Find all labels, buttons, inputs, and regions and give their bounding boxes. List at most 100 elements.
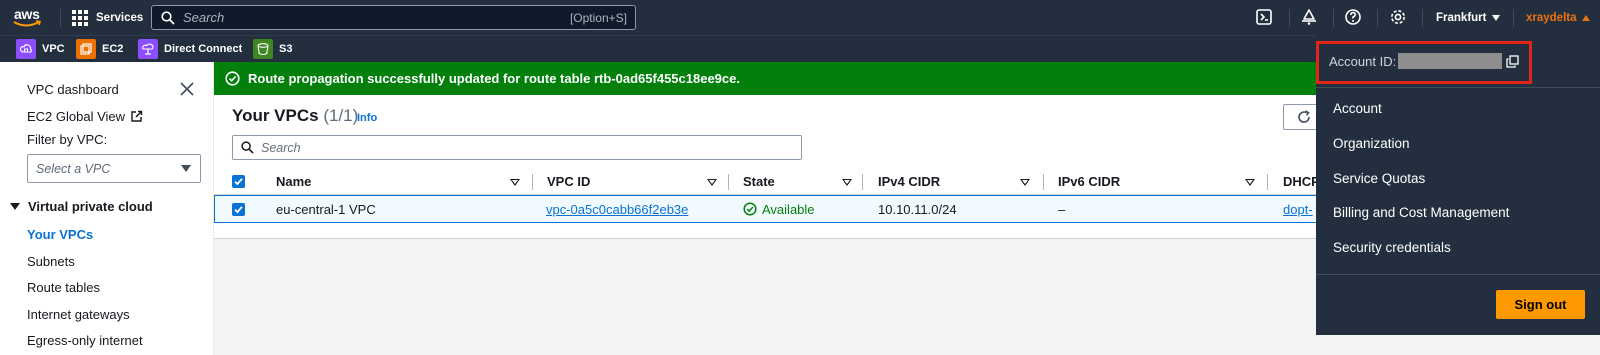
account-dropdown-menu: Account ID: Account Organization Service… [1316,35,1600,335]
global-search-input[interactable]: Search [Option+S] [151,5,636,30]
sidenav-vpc-dashboard[interactable]: VPC dashboard [27,82,119,97]
column-resizer[interactable] [862,174,863,190]
vpc-search-input[interactable]: Search [232,135,802,160]
grid-icon [72,9,88,26]
column-header-name[interactable]: Name [276,168,311,194]
menu-item-security-credentials[interactable]: Security credentials [1333,240,1451,255]
section-label: Virtual private cloud [28,199,153,214]
region-selector[interactable]: Frankfurt [1436,0,1501,35]
info-link[interactable]: Info [357,112,377,124]
sort-icon[interactable] [1245,179,1255,186]
account-menu-button[interactable]: xraydelta [1526,0,1590,35]
vpc-filter-select[interactable]: Select a VPC [27,154,201,183]
account-id-label: Account ID: [1329,53,1397,69]
settings-gear-icon[interactable] [1389,8,1407,26]
aws-logo[interactable]: aws [12,5,48,31]
column-header-dhcp[interactable]: DHCP [1283,168,1320,194]
menu-item-billing[interactable]: Billing and Cost Management [1333,205,1509,220]
caret-down-icon [1492,14,1501,21]
divider [1316,87,1600,88]
search-placeholder: Search [183,10,225,25]
column-resizer[interactable] [1267,174,1268,190]
ec2-service-icon [76,39,96,59]
region-label: Frankfurt [1436,11,1487,24]
redacted-account-id [1398,53,1503,69]
caret-up-icon [1581,14,1590,21]
divider [1289,9,1290,27]
favorite-s3[interactable]: S3 [253,39,292,59]
cell-vpc-id-link[interactable]: vpc-0a5c0cabb66f2eb3e [546,196,688,222]
account-username: xraydelta [1526,11,1577,24]
favorite-label: Direct Connect [164,43,243,55]
caret-down-icon [181,165,191,172]
sidenav-item-egress-only-internet[interactable]: Egress-only internet [27,333,143,348]
checkbox-checked[interactable] [232,202,245,216]
favorite-label: VPC [42,43,65,55]
search-shortcut-hint: [Option+S] [569,10,627,25]
column-resizer[interactable] [532,174,533,190]
divider [1377,9,1378,27]
panel-title-text: Your VPCs [232,106,319,125]
cloudshell-icon[interactable] [1255,8,1273,26]
services-label: Services [96,11,144,24]
sort-icon[interactable] [510,179,520,186]
flash-message: Route propagation successfully updated f… [248,71,740,86]
copy-icon[interactable] [1506,54,1519,68]
top-navigation: aws Services Search [Option+S] Frankfurt… [0,0,1600,35]
row-checkbox[interactable] [232,196,245,222]
sidenav-item-label: EC2 Global View [27,109,126,124]
s3-service-icon [253,39,273,59]
cell-ipv4-cidr: 10.10.11.0/24 [878,201,957,217]
account-id-row: Account ID: [1329,53,1519,69]
column-header-ipv4-cidr[interactable]: IPv4 CIDR [878,168,940,194]
divider [1316,274,1600,275]
menu-item-organization[interactable]: Organization [1333,136,1410,151]
favorite-ec2[interactable]: EC2 [76,39,123,59]
column-resizer[interactable] [728,174,729,190]
column-header-ipv6-cidr[interactable]: IPv6 CIDR [1058,168,1120,194]
sort-icon[interactable] [707,179,717,186]
column-header-state[interactable]: State [743,168,775,194]
menu-item-service-quotas[interactable]: Service Quotas [1333,171,1425,186]
sort-icon[interactable] [1020,179,1030,186]
aws-smile-icon [13,20,42,27]
menu-item-account[interactable]: Account [1333,101,1382,116]
services-menu-button[interactable]: Services [72,0,143,35]
page-title: Your VPCs (1/1) [232,106,358,126]
select-all-checkbox[interactable] [232,168,245,194]
favorite-vpc[interactable]: VPC [16,39,65,59]
sort-icon[interactable] [842,179,852,186]
sidenav-item-internet-gateways[interactable]: Internet gateways [27,307,130,322]
divider [1333,9,1334,27]
caret-down-icon [10,203,20,210]
sidenav-section-virtual-private-cloud[interactable]: Virtual private cloud [10,199,153,214]
favorite-direct-connect[interactable]: Direct Connect [138,39,242,59]
status-available-icon [743,202,757,216]
state-label: Available [762,201,815,217]
sidenav-item-your-vpcs[interactable]: Your VPCs [27,227,93,242]
help-icon[interactable] [1344,8,1362,26]
sign-out-button[interactable]: Sign out [1496,290,1585,319]
direct-connect-service-icon [138,39,158,59]
sidenav-ec2-global-view[interactable]: EC2 Global View [27,109,143,124]
selection-count: (1/1) [323,106,359,125]
column-header-vpc-id[interactable]: VPC ID [547,168,590,194]
side-navigation: VPC dashboard EC2 Global View Filter by … [0,62,214,355]
cell-state: Available [743,196,815,222]
divider [1422,9,1423,27]
cell-name: eu-central-1 VPC [276,201,376,217]
refresh-icon [1298,110,1310,123]
sidenav-item-subnets[interactable]: Subnets [27,254,75,269]
success-check-icon [225,71,240,86]
sidenav-item-route-tables[interactable]: Route tables [27,280,100,295]
favorite-label: S3 [279,43,293,55]
notifications-bell-icon[interactable] [1300,8,1318,26]
cell-ipv6-cidr: – [1058,201,1066,217]
favorite-label: EC2 [102,43,124,55]
vpc-service-icon [16,39,36,59]
cell-dhcp-link[interactable]: dopt- [1283,196,1313,222]
close-icon[interactable] [180,82,194,96]
divider [1513,9,1514,27]
checkbox-checked[interactable] [232,174,245,188]
column-resizer[interactable] [1043,174,1044,190]
